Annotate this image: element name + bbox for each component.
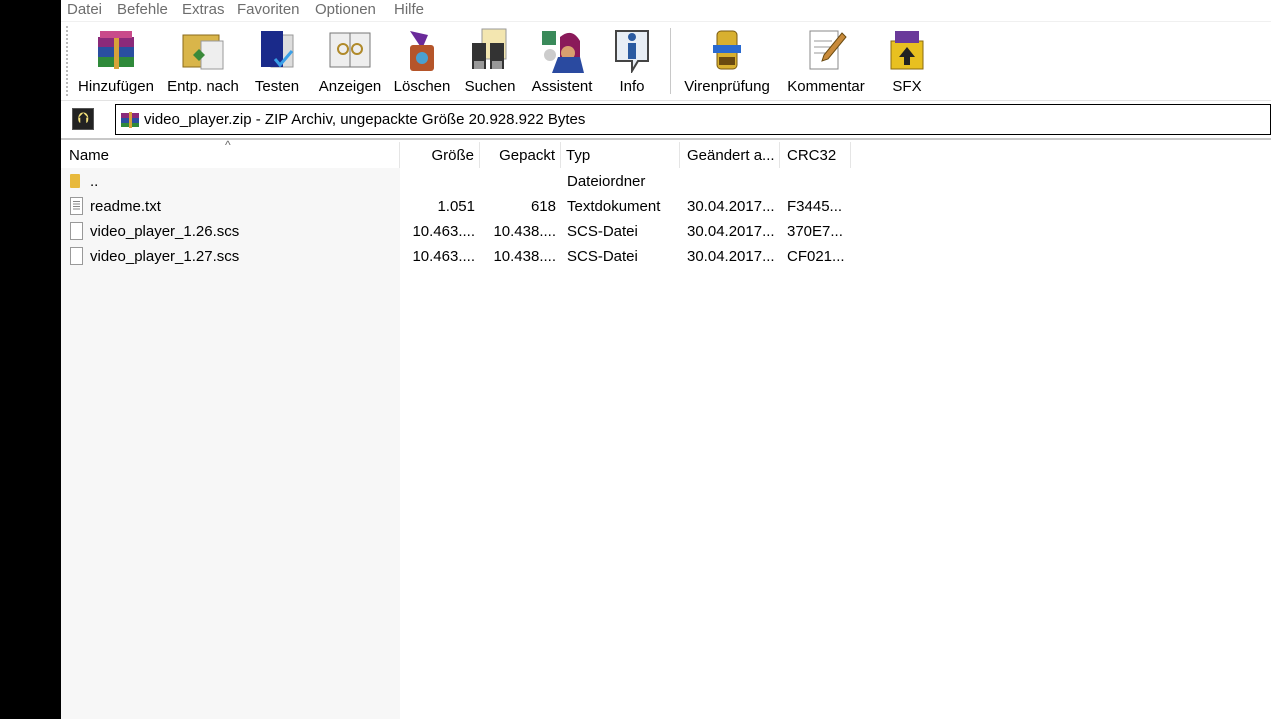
file-icon [70, 222, 83, 240]
wizard-icon [542, 31, 584, 73]
column-header-packed[interactable]: Gepackt [480, 142, 561, 168]
add-archive-icon [98, 31, 134, 69]
text-file-icon [70, 197, 83, 215]
toolbar: Hinzufügen Entp. nach Testen Anzeigen Lö… [61, 21, 1271, 99]
column-label: Geändert a... [687, 147, 775, 164]
view-button[interactable]: Anzeigen [316, 22, 384, 98]
comment-button[interactable]: Kommentar [782, 22, 870, 98]
menu-extras[interactable]: Extras [182, 1, 225, 18]
cell-packed: 618 [530, 198, 556, 215]
cell-size: 1.051 [437, 198, 475, 215]
column-label: Typ [566, 147, 591, 164]
column-header-crc32[interactable]: CRC32 [780, 142, 851, 168]
toolbar-grip[interactable] [66, 26, 68, 96]
virus-scan-icon [713, 30, 741, 70]
winrar-window: Datei Befehle Extras Favoriten Optionen … [61, 0, 1271, 719]
sfx-button[interactable]: SFX [877, 22, 937, 98]
cell-modified: 30.04.2017... [687, 198, 775, 215]
cell-type: Dateiordner [567, 173, 646, 190]
test-button[interactable]: Testen [247, 22, 307, 98]
address-field[interactable]: video_player.zip - ZIP Archiv, ungepackt… [115, 104, 1271, 135]
cell-type: Textdokument [567, 198, 661, 215]
wizard-button[interactable]: Assistent [527, 22, 597, 98]
column-label: Gepackt [499, 147, 555, 164]
info-icon [615, 30, 649, 73]
file-icon [70, 247, 83, 265]
table-row[interactable]: .. Dateiordner [61, 169, 1271, 194]
file-list: ^ Name Größe Gepackt Typ Geändert a... CR… [61, 138, 1271, 719]
cell-name: .. [90, 173, 99, 190]
cell-crc32: 370E7... [787, 223, 843, 240]
menu-befehle[interactable]: Befehle [117, 1, 168, 18]
cell-type: SCS-Datei [567, 248, 638, 265]
cell-name: readme.txt [90, 198, 161, 215]
cell-type: SCS-Datei [567, 223, 638, 240]
menu-favoriten[interactable]: Favoriten [237, 1, 300, 18]
find-button[interactable]: Suchen [459, 22, 521, 98]
column-header-modified[interactable]: Geändert a... [680, 142, 780, 168]
table-row[interactable]: readme.txt 1.051 618 Textdokument 30.04.… [61, 194, 1271, 219]
test-icon [261, 31, 294, 68]
up-folder-button[interactable]: ⮉ [72, 108, 94, 130]
delete-icon [410, 31, 434, 71]
up-arrow-icon: ⮉ [77, 110, 89, 127]
table-row[interactable]: video_player_1.27.scs 10.463.... 10.438.… [61, 244, 1271, 269]
menu-datei[interactable]: Datei [67, 1, 102, 18]
menu-bar: Datei Befehle Extras Favoriten Optionen … [61, 0, 1271, 20]
column-header-type[interactable]: Typ [561, 142, 680, 168]
cell-modified: 30.04.2017... [687, 223, 775, 240]
column-header-size[interactable]: Größe [400, 142, 480, 168]
cell-size: 10.463.... [412, 223, 475, 240]
cell-name: video_player_1.26.scs [90, 223, 240, 240]
cell-packed: 10.438.... [493, 223, 556, 240]
cell-size: 10.463.... [412, 248, 475, 265]
cell-name: video_player_1.27.scs [90, 248, 240, 265]
info-button[interactable]: Info [606, 22, 658, 98]
delete-button[interactable]: Löschen [389, 22, 455, 98]
view-icon [329, 32, 371, 68]
archive-icon [121, 112, 139, 128]
address-text: video_player.zip - ZIP Archiv, ungepackt… [144, 111, 586, 128]
address-bar: ⮉ video_player.zip - ZIP Archiv, ungepac… [61, 100, 1271, 140]
column-header-name[interactable]: ^ Name [61, 138, 400, 168]
cell-packed: 10.438.... [493, 248, 556, 265]
extract-to-icon [182, 34, 224, 70]
column-label: Name [69, 147, 110, 164]
column-label: CRC32 [787, 147, 837, 164]
folder-icon [70, 174, 80, 188]
desktop-background [0, 0, 61, 719]
toolbar-separator [670, 28, 671, 94]
cell-crc32: F3445... [787, 198, 843, 215]
menu-optionen[interactable]: Optionen [315, 1, 376, 18]
sort-ascending-icon: ^ [225, 138, 231, 152]
extract-to-button[interactable]: Entp. nach [162, 22, 244, 98]
add-button[interactable]: Hinzufügen [75, 22, 157, 98]
column-label: Größe [431, 147, 474, 164]
table-row[interactable]: video_player_1.26.scs 10.463.... 10.438.… [61, 219, 1271, 244]
find-icon [472, 28, 507, 69]
sfx-icon [890, 31, 924, 70]
cell-crc32: CF021... [787, 248, 845, 265]
comment-icon [809, 30, 847, 70]
virus-scan-button[interactable]: Virenprüfung [679, 22, 775, 98]
menu-hilfe[interactable]: Hilfe [394, 1, 424, 18]
cell-modified: 30.04.2017... [687, 248, 775, 265]
